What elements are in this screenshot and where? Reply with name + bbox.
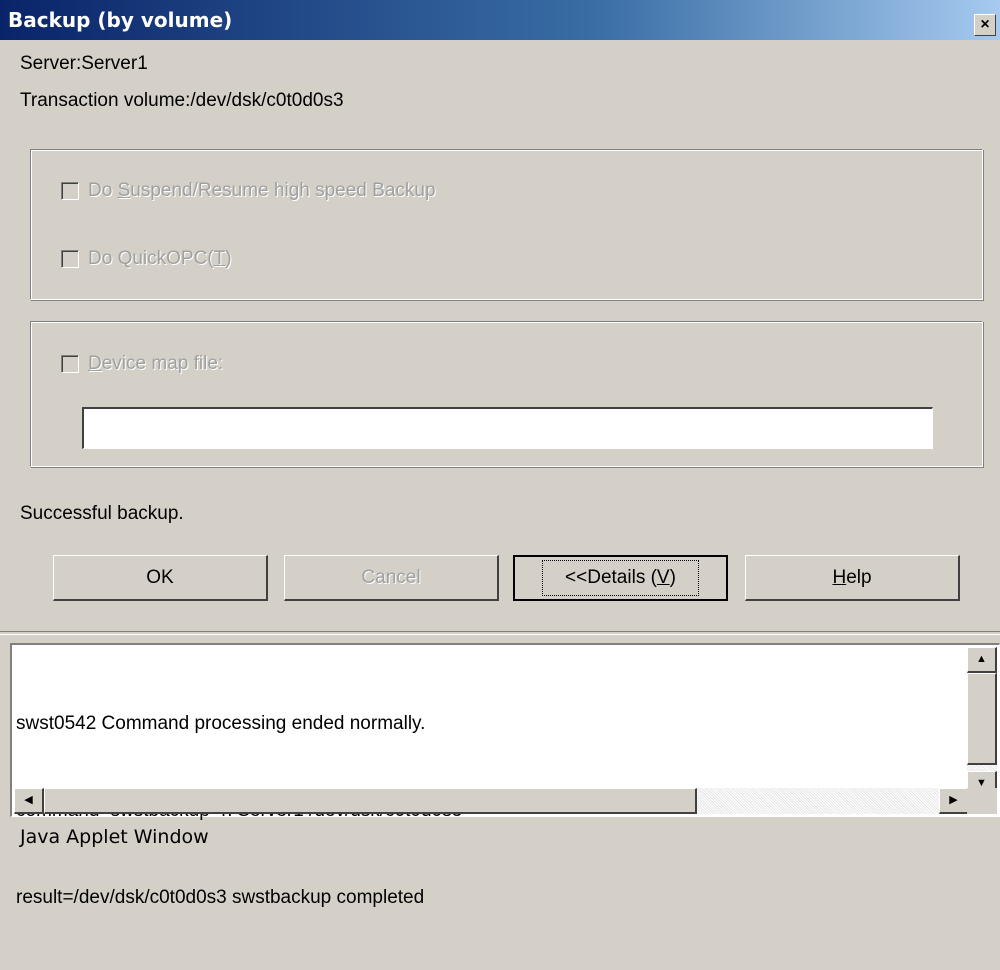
vertical-scrollbar[interactable]: ▲ ▼ (967, 647, 997, 797)
device-map-checkbox[interactable] (61, 355, 79, 373)
suspend-resume-option[interactable]: Do Suspend/Resume high speed Backup (61, 180, 436, 202)
scroll-right-button[interactable]: ▶ (939, 788, 969, 814)
ok-button[interactable]: OK (53, 555, 268, 601)
scroll-up-button[interactable]: ▲ (967, 647, 997, 673)
arrow-left-icon: ◀ (24, 794, 33, 806)
transaction-volume-label: Transaction volume:/dev/dsk/c0t0d0s3 (20, 90, 344, 111)
help-button[interactable]: Help (745, 555, 960, 601)
help-button-label: Help (832, 566, 872, 588)
device-map-label: Device map file: (88, 353, 224, 374)
details-log-area[interactable]: swst0542 Command processing ended normal… (10, 643, 1000, 908)
suspend-resume-checkbox[interactable] (61, 182, 79, 200)
suspend-resume-label: Do Suspend/Resume high speed Backup (88, 180, 436, 201)
applet-window-label: Java Applet Window (20, 826, 209, 848)
details-button-label: <<Details (V) (542, 560, 699, 596)
arrow-up-icon: ▲ (976, 653, 987, 665)
scrollbar-corner (967, 788, 997, 814)
cancel-button-label: Cancel (361, 566, 421, 588)
details-button[interactable]: <<Details (V) (513, 555, 728, 601)
server-label: Server:Server1 (20, 53, 148, 74)
scroll-left-button[interactable]: ◀ (14, 788, 44, 814)
device-map-option[interactable]: Device map file: (61, 353, 223, 375)
quickopc-label: Do QuickOPC(T) (88, 248, 232, 269)
status-message: Successful backup. (20, 503, 184, 524)
device-map-group: Device map file: (30, 321, 983, 467)
backup-options-group: Do Suspend/Resume high speed Backup Do Q… (30, 149, 983, 300)
separator (0, 631, 1000, 635)
device-map-file-input[interactable] (82, 407, 933, 449)
title-bar: Backup (by volume) × (0, 0, 1000, 40)
log-line: result=/dev/dsk/c0t0d0s3 swstbackup comp… (16, 887, 425, 908)
horizontal-scrollbar[interactable]: ◀ ▶ (14, 788, 969, 814)
window-title: Backup (by volume) (8, 8, 233, 32)
close-button[interactable]: × (974, 14, 996, 36)
ok-button-label: OK (146, 566, 174, 588)
log-line: swst0542 Command processing ended normal… (16, 713, 426, 734)
close-icon: × (980, 16, 990, 33)
arrow-right-icon: ▶ (949, 794, 958, 806)
vertical-scroll-thumb[interactable] (967, 673, 997, 765)
horizontal-scroll-thumb[interactable] (44, 788, 697, 814)
cancel-button[interactable]: Cancel (284, 555, 499, 601)
quickopc-option[interactable]: Do QuickOPC(T) (61, 248, 232, 270)
quickopc-checkbox[interactable] (61, 250, 79, 268)
